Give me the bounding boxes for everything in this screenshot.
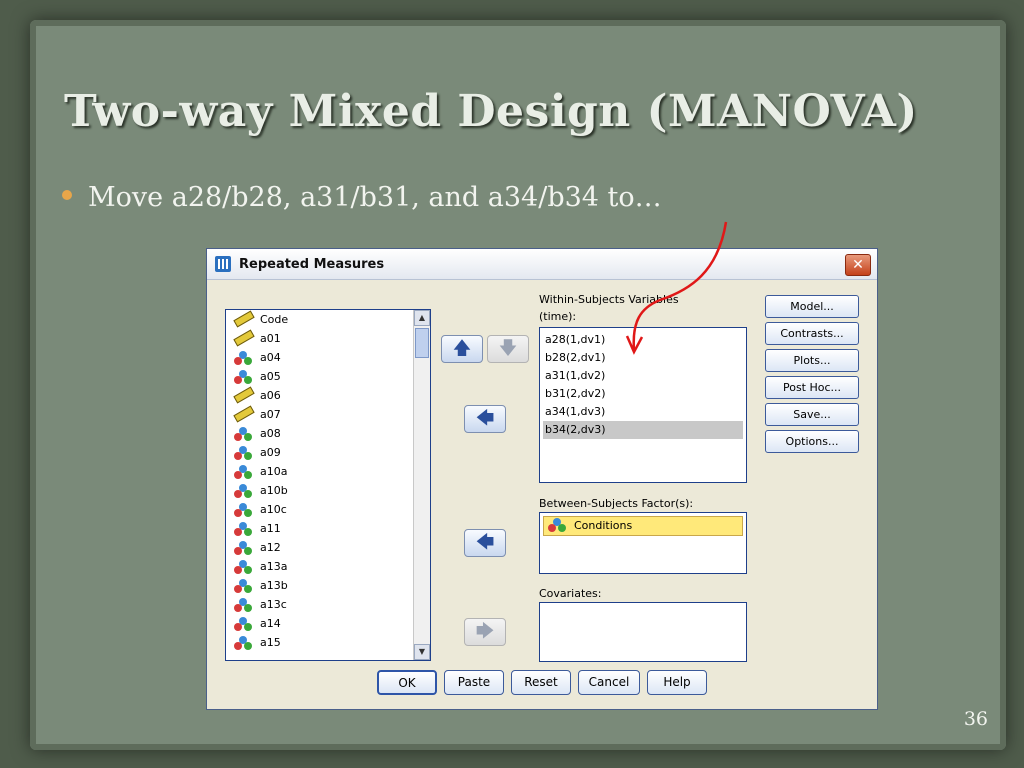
annotation-arrow-icon <box>632 221 728 351</box>
annotation-arrow-svg <box>625 221 728 355</box>
